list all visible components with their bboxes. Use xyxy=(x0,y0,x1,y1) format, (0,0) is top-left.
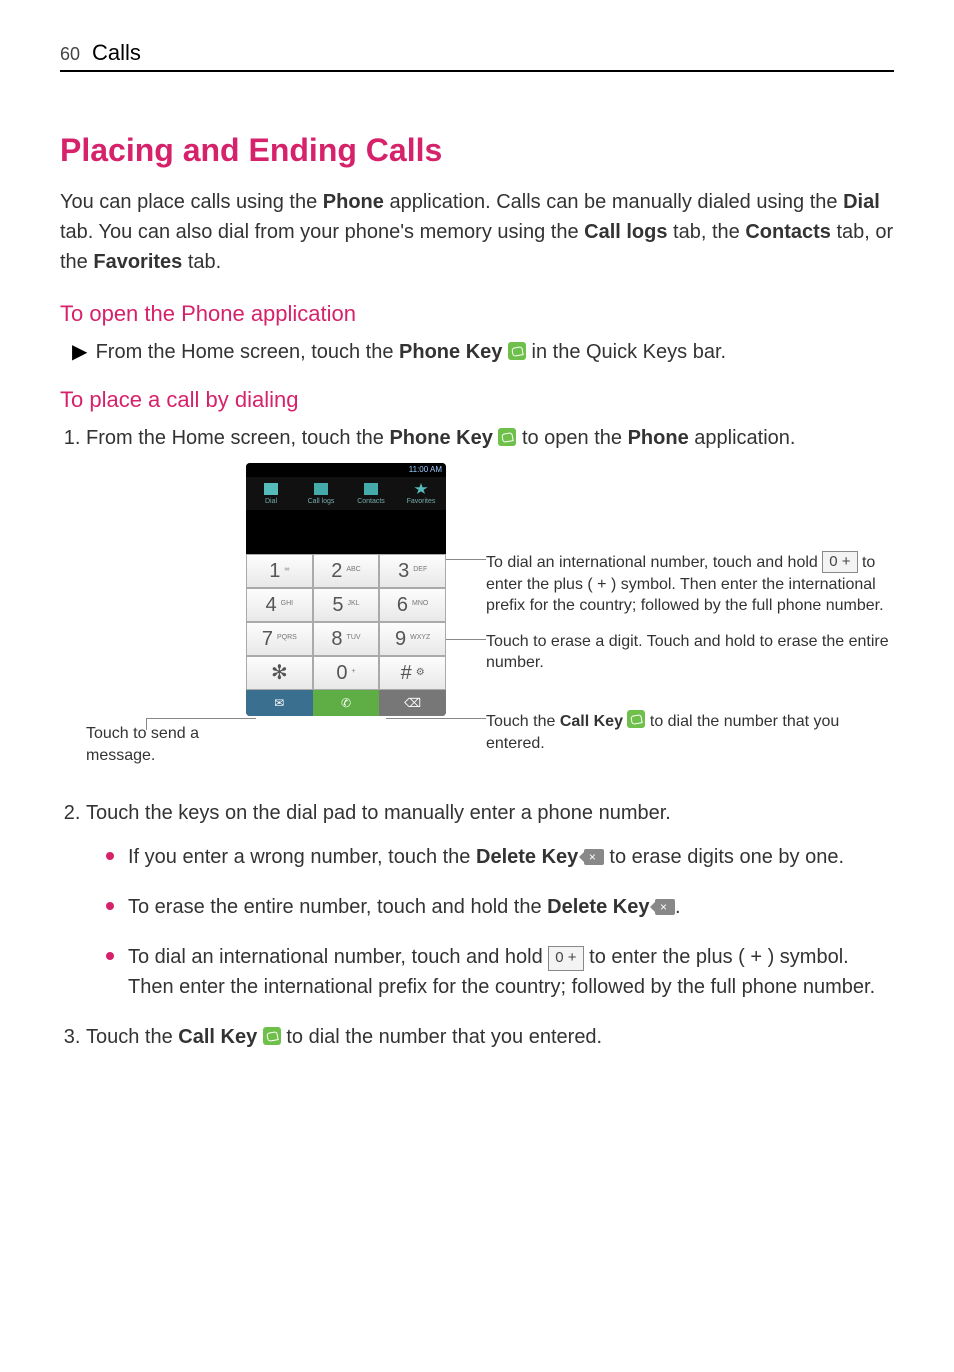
zero-plus-key-icon: 0 + xyxy=(548,946,583,971)
key-4[interactable]: 4GHI xyxy=(246,588,313,622)
subheading-open-app: To open the Phone application xyxy=(60,301,894,327)
key-0[interactable]: 0+ xyxy=(313,656,380,690)
open-app-instruction: ▶ From the Home screen, touch the Phone … xyxy=(60,337,894,367)
step-2-bullet-1: If you enter a wrong number, touch the D… xyxy=(106,842,894,872)
callout-erase: Touch to erase a digit. Touch and hold t… xyxy=(486,631,894,674)
phone-key-icon xyxy=(508,342,526,360)
step-2-bullet-2: To erase the entire number, touch and ho… xyxy=(106,892,894,922)
dial-pad: 1∞ 2ABC 3DEF 4GHI 5JKL 6MNO 7PQRS 8TUV 9… xyxy=(246,554,446,690)
phone-screenshot: 11:00 AM Dial Call logs Contacts Favorit… xyxy=(246,463,446,716)
dialpad-icon xyxy=(264,483,278,495)
logs-icon xyxy=(314,483,328,495)
tab-call-logs[interactable]: Call logs xyxy=(296,477,346,510)
step-2: Touch the keys on the dial pad to manual… xyxy=(86,798,894,1002)
arrow-icon: ▶ xyxy=(72,337,90,367)
key-2[interactable]: 2ABC xyxy=(313,554,380,588)
delete-key-icon xyxy=(584,849,604,865)
call-icon: ✆ xyxy=(341,694,351,712)
callout-send-message: Touch to send a message. xyxy=(86,725,199,764)
call-key-icon xyxy=(263,1027,281,1045)
tab-contacts[interactable]: Contacts xyxy=(346,477,396,510)
step-1: From the Home screen, touch the Phone Ke… xyxy=(86,423,894,768)
tab-dial[interactable]: Dial xyxy=(246,477,296,510)
page-title: Placing and Ending Calls xyxy=(60,132,894,169)
call-key-icon xyxy=(627,710,645,728)
contacts-icon xyxy=(364,483,378,495)
star-icon xyxy=(414,483,428,495)
number-display xyxy=(246,510,446,554)
section-name: Calls xyxy=(92,40,141,66)
subheading-dialing: To place a call by dialing xyxy=(60,387,894,413)
key-1[interactable]: 1∞ xyxy=(246,554,313,588)
key-3[interactable]: 3DEF xyxy=(379,554,446,588)
key-8[interactable]: 8TUV xyxy=(313,622,380,656)
step-3: Touch the Call Key to dial the number th… xyxy=(86,1022,894,1052)
intro-paragraph: You can place calls using the Phone appl… xyxy=(60,187,894,277)
delete-key-icon xyxy=(655,899,675,915)
dialer-figure: Touch to send a message. 11:00 AM Dial C… xyxy=(86,463,894,768)
page-number: 60 xyxy=(60,44,80,65)
delete-button[interactable]: ⌫ xyxy=(379,690,446,716)
call-button[interactable]: ✆ xyxy=(313,690,380,716)
step-2-bullet-3: To dial an international number, touch a… xyxy=(106,942,894,1002)
message-button[interactable]: ✉ xyxy=(246,690,313,716)
page-header: 60 Calls xyxy=(60,40,894,72)
phone-key-icon xyxy=(498,428,516,446)
message-icon: ✉ xyxy=(274,694,284,712)
callout-international: To dial an international number, touch a… xyxy=(486,551,894,617)
key-7[interactable]: 7PQRS xyxy=(246,622,313,656)
key-hash[interactable]: #⚙ xyxy=(379,656,446,690)
callout-call-key: Touch the Call Key to dial the number th… xyxy=(486,710,894,754)
tab-favorites[interactable]: Favorites xyxy=(396,477,446,510)
backspace-icon: ⌫ xyxy=(404,694,421,712)
status-bar: 11:00 AM xyxy=(246,463,446,477)
key-9[interactable]: 9WXYZ xyxy=(379,622,446,656)
key-6[interactable]: 6MNO xyxy=(379,588,446,622)
key-star[interactable]: ✻ xyxy=(246,656,313,690)
key-5[interactable]: 5JKL xyxy=(313,588,380,622)
zero-plus-key-icon: 0 + xyxy=(822,551,857,573)
